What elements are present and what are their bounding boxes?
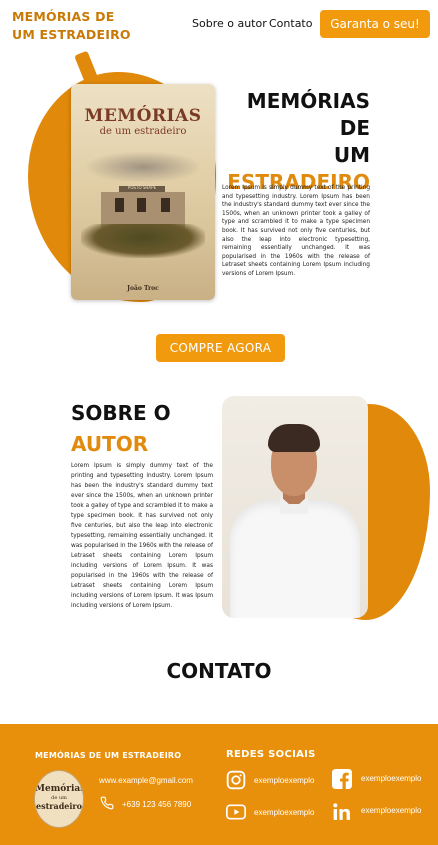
- instagram-icon[interactable]: [226, 770, 246, 790]
- footer-phone[interactable]: +639 123 456 7890: [122, 800, 191, 809]
- social-title: REDES SOCIAIS: [226, 749, 316, 760]
- hero-title-line-1: MEMÓRIAS DE: [246, 89, 370, 140]
- linkedin-icon[interactable]: [332, 802, 352, 822]
- book-cover-author: João Troc: [127, 285, 159, 292]
- cover-smudge: [87, 152, 199, 182]
- footer-logo-line-3: estradeiro: [36, 801, 82, 811]
- footer-email-link[interactable]: www.example@gmail.com: [99, 776, 193, 785]
- youtube-link[interactable]: exemploexemplo: [254, 808, 314, 817]
- cover-window: [161, 198, 170, 212]
- cover-window: [137, 198, 146, 212]
- facebook-icon[interactable]: [332, 769, 352, 789]
- hero-description: Lorem Ipsum is simply dummy text of the …: [222, 185, 370, 277]
- facebook-link[interactable]: exemploexemplo: [361, 774, 421, 783]
- footer-logo: Memórias de um estradeiro: [34, 770, 84, 828]
- contact-title: CONTATO: [166, 659, 272, 683]
- instagram-link[interactable]: exemploexemplo: [254, 776, 314, 785]
- hero-title: MEMÓRIAS DE UM ESTRADEIRO: [220, 88, 370, 196]
- header: MEMÓRIAS DE UM ESTRADEIRO Sobre o autor …: [0, 0, 438, 50]
- phone-icon: [100, 796, 114, 810]
- author-photo: [222, 396, 368, 618]
- book-cover-image: MEMÓRIAS de um estradeiro POSTO SHAPE Jo…: [71, 84, 215, 300]
- hero-title-line-2: UM: [333, 143, 370, 167]
- get-yours-button[interactable]: Garanta o seu!: [320, 10, 430, 38]
- linkedin-link[interactable]: exemploexemplo: [361, 806, 421, 815]
- book-cover-title: MEMÓRIAS: [84, 106, 202, 126]
- book-cover-subtitle: de um estradeiro: [99, 126, 187, 137]
- site-logo[interactable]: MEMÓRIAS DE UM ESTRADEIRO: [12, 8, 131, 44]
- about-title-line-2: AUTOR: [71, 432, 149, 456]
- footer-logo-line-1: Memórias: [35, 784, 84, 794]
- nav-contact-link[interactable]: Contato: [269, 17, 312, 30]
- cover-sign-text: POSTO SHAPE: [127, 185, 157, 190]
- cover-building-sign: POSTO SHAPE: [119, 185, 165, 192]
- logo-line-1: MEMÓRIAS DE: [12, 9, 115, 24]
- youtube-icon[interactable]: [226, 804, 246, 820]
- nav-about-link[interactable]: Sobre o autor: [192, 17, 267, 30]
- photo-shirt: [230, 500, 360, 618]
- logo-line-2: UM ESTRADEIRO: [12, 27, 131, 42]
- cover-window: [115, 198, 124, 212]
- about-description: Lorem Ipsum is simply dummy text of the …: [71, 463, 213, 609]
- footer-brand: MEMÓRIAS DE UM ESTRADEIRO: [35, 751, 182, 760]
- footer: MEMÓRIAS DE UM ESTRADEIRO REDES SOCIAIS …: [0, 724, 438, 845]
- buy-now-button[interactable]: COMPRE AGORA: [156, 334, 285, 362]
- photo-hair: [268, 424, 320, 452]
- about-title-line-1: SOBRE O: [71, 401, 171, 425]
- about-title: SOBRE O AUTOR: [71, 398, 171, 460]
- cover-vegetation: [81, 224, 205, 258]
